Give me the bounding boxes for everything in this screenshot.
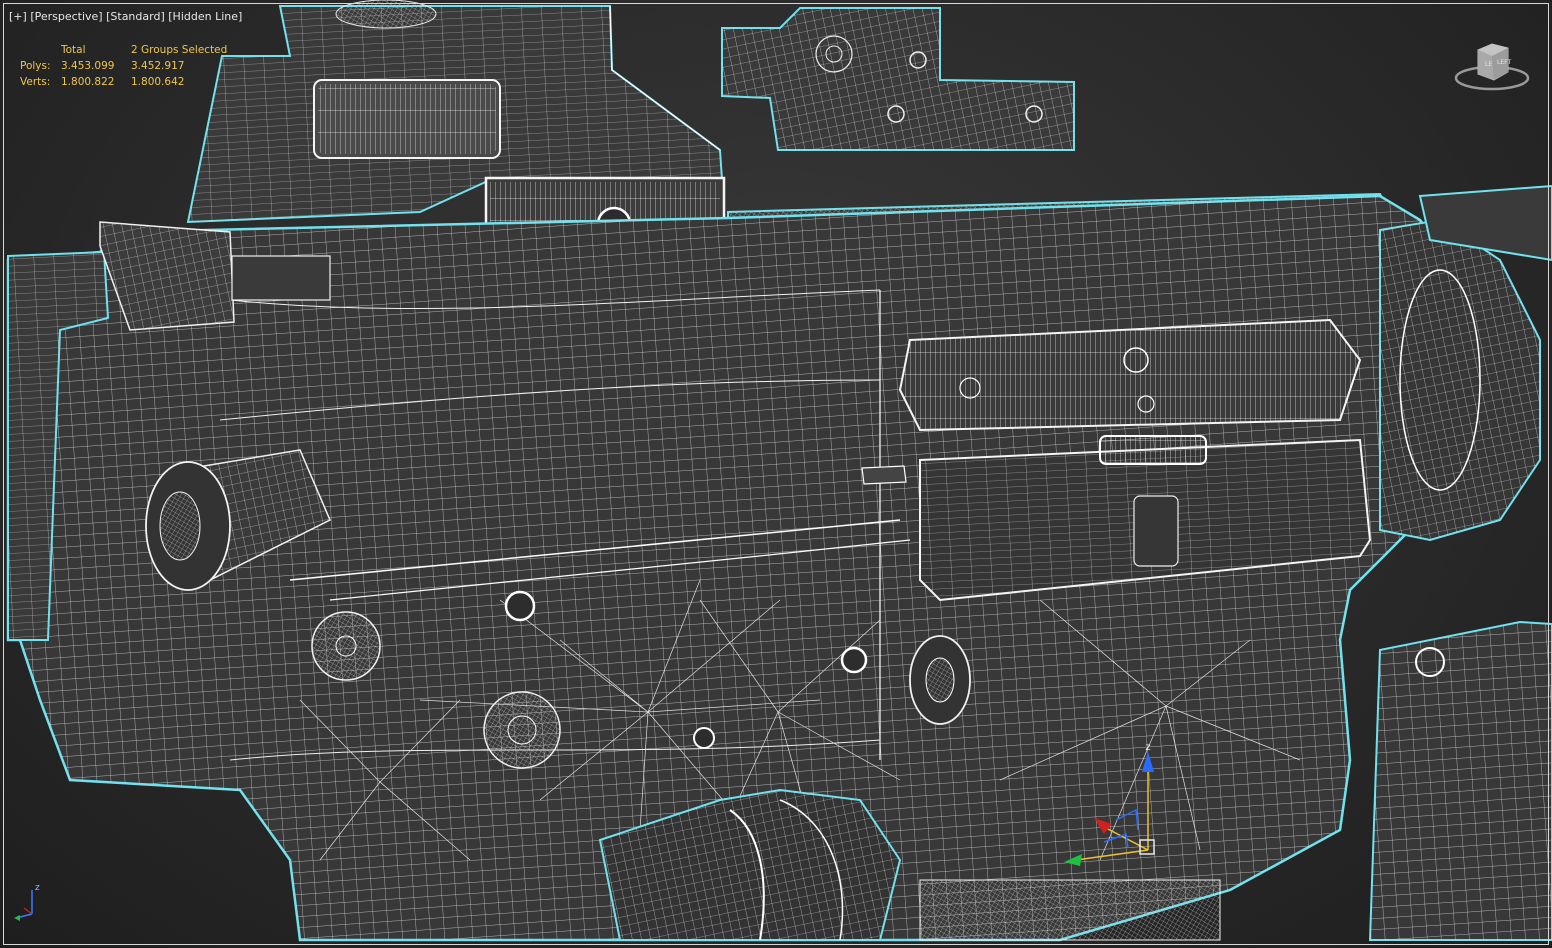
gizmo-x-arrow[interactable] [1094, 818, 1112, 834]
viewcube-icon[interactable]: LE LEFT [1454, 40, 1534, 94]
gizmo-z-label: z [1145, 742, 1150, 753]
stats-verts-label: Verts: [20, 76, 51, 88]
wireframe-scene[interactable] [0, 0, 1552, 948]
barrel-nut-mesh [1379, 184, 1552, 542]
viewport-label-menu: [+] [Perspective] [Standard] [Hidden Lin… [9, 10, 242, 23]
stats-polys-total: 3.453.099 [61, 60, 115, 72]
viewport-menu-button[interactable]: [+] [9, 10, 27, 23]
stats-polys-label: Polys: [20, 60, 51, 72]
perspective-viewport[interactable]: [+] [Perspective] [Standard] [Hidden Lin… [0, 0, 1552, 948]
tripod-z-label: z [35, 883, 40, 893]
viewcube-face-left[interactable]: LE [1485, 61, 1492, 68]
serial-plate-mesh [313, 79, 501, 159]
gizmo-z-arrow[interactable] [1142, 752, 1154, 772]
stats-polys-selected: 3.452.917 [131, 60, 185, 72]
stats-verts-total: 1.800.822 [61, 76, 115, 88]
magazine-mesh [1368, 620, 1552, 941]
view-type-menu[interactable]: [Perspective] [30, 10, 102, 23]
rear-sight-mesh [721, 7, 1075, 151]
axis-tripod-icon: z [14, 883, 40, 921]
transform-gizmo-icon[interactable]: z [1056, 738, 1166, 868]
shading-mode-menu[interactable]: [Standard] [106, 10, 165, 23]
display-style-menu[interactable]: [Hidden Line] [168, 10, 242, 23]
ejection-port-mesh [861, 318, 1372, 602]
gizmo-y-arrow[interactable] [1064, 854, 1082, 866]
viewcube-face-right[interactable]: LEFT [1497, 59, 1511, 66]
stats-total-header: Total [61, 44, 86, 56]
stats-selected-header: 2 Groups Selected [131, 44, 228, 56]
stats-verts-selected: 1.800.642 [131, 76, 185, 88]
